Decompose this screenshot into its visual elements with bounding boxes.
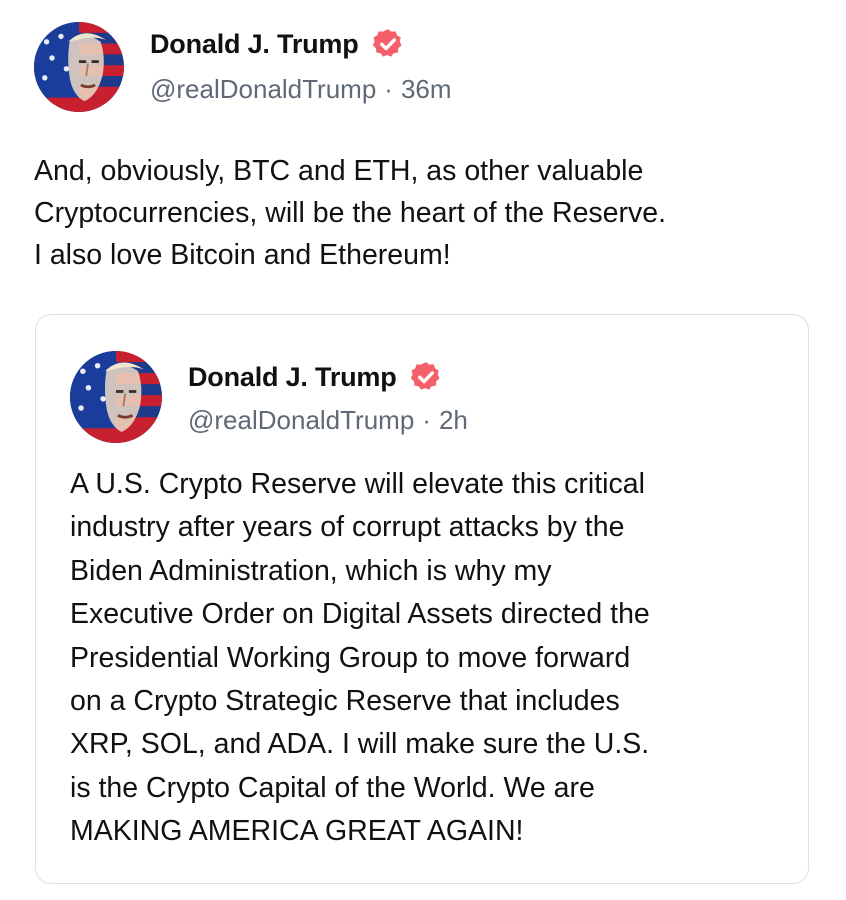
flag-portrait-avatar-icon	[70, 351, 162, 443]
quoted-author-name-row: Donald J. Trump	[188, 357, 443, 397]
post-timestamp[interactable]: 36m	[401, 74, 452, 104]
post: Donald J. Trump @realDonaldTrump · 36m And…	[0, 0, 846, 900]
quoted-post-body-text: A U.S. Crypto Reserve will elevate this …	[70, 468, 650, 848]
quoted-post-timestamp[interactable]: 2h	[439, 405, 468, 435]
author-display-name[interactable]: Donald J. Trump	[150, 29, 359, 60]
post-body-text: And, obviously, BTC and ETH, as other va…	[34, 155, 667, 271]
meta-separator: ·	[422, 405, 431, 435]
post-meta: @realDonaldTrump · 36m	[150, 74, 452, 105]
quoted-author-handle[interactable]: @realDonaldTrump	[188, 405, 414, 435]
flag-portrait-avatar-icon	[34, 22, 124, 112]
meta-separator: ·	[384, 74, 393, 104]
verified-badge-icon	[371, 27, 405, 61]
quoted-author-display-name[interactable]: Donald J. Trump	[188, 362, 397, 393]
quoted-post-meta: @realDonaldTrump · 2h	[188, 405, 468, 436]
quoted-author-avatar[interactable]	[70, 351, 162, 443]
author-name-row: Donald J. Trump	[150, 24, 405, 64]
author-handle[interactable]: @realDonaldTrump	[150, 74, 376, 104]
quoted-post-card[interactable]: Donald J. Trump @realDonaldTrump · 2h A U.…	[35, 314, 809, 884]
author-avatar[interactable]	[34, 22, 124, 112]
verified-badge-icon	[409, 360, 443, 394]
